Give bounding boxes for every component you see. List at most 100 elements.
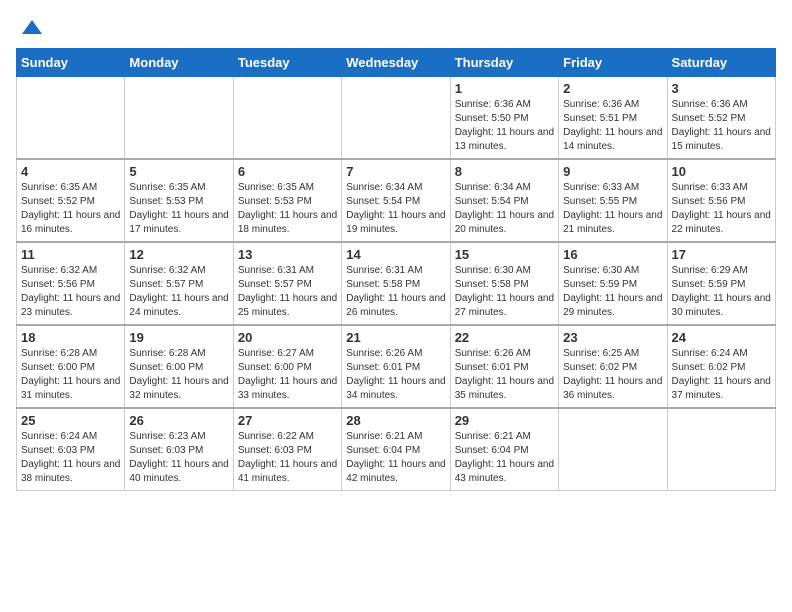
day-number: 12: [129, 247, 228, 262]
day-number: 5: [129, 164, 228, 179]
day-info: Sunrise: 6:34 AMSunset: 5:54 PMDaylight:…: [455, 181, 554, 237]
calendar-header-tuesday: Tuesday: [233, 49, 341, 77]
day-number: 27: [238, 413, 337, 428]
table-row: [342, 77, 450, 160]
day-info: Sunrise: 6:24 AMSunset: 6:03 PMDaylight:…: [21, 430, 120, 486]
table-row: 14Sunrise: 6:31 AMSunset: 5:58 PMDayligh…: [342, 242, 450, 325]
day-number: 21: [346, 330, 445, 345]
day-info: Sunrise: 6:23 AMSunset: 6:03 PMDaylight:…: [129, 430, 228, 486]
day-info: Sunrise: 6:26 AMSunset: 6:01 PMDaylight:…: [346, 347, 445, 403]
calendar-week-row: 1Sunrise: 6:36 AMSunset: 5:50 PMDaylight…: [17, 77, 776, 160]
day-info: Sunrise: 6:35 AMSunset: 5:53 PMDaylight:…: [129, 181, 228, 237]
calendar-week-row: 18 Sunrise: 6:28 AMSunset: 6:00 PMDayligh…: [17, 325, 776, 408]
table-row: [667, 408, 775, 491]
calendar-week-row: 4Sunrise: 6:35 AMSunset: 5:52 PMDaylight…: [17, 159, 776, 242]
day-number: 10: [672, 164, 771, 179]
table-row: 10 Sunrise: 6:33 AMSunset: 5:56 PMDayligh…: [667, 159, 775, 242]
day-info: Sunrise: 6:28 AMSunset: 6:00 PMDaylight:…: [21, 347, 120, 403]
day-info: Sunrise: 6:25 AMSunset: 6:02 PMDaylight:…: [563, 347, 662, 403]
calendar-week-row: 11 Sunrise: 6:32 AMSunset: 5:56 PMDayligh…: [17, 242, 776, 325]
day-number: 7: [346, 164, 445, 179]
table-row: [559, 408, 667, 491]
table-row: 5 Sunrise: 6:35 AMSunset: 5:53 PMDaylight…: [125, 159, 233, 242]
table-row: 13Sunrise: 6:31 AMSunset: 5:57 PMDayligh…: [233, 242, 341, 325]
day-number: 11: [21, 247, 120, 262]
table-row: 26 Sunrise: 6:23 AMSunset: 6:03 PMDayligh…: [125, 408, 233, 491]
day-info: Sunrise: 6:32 AMSunset: 5:57 PMDaylight:…: [129, 264, 228, 320]
day-info: Sunrise: 6:29 AMSunset: 5:59 PMDaylight:…: [672, 264, 771, 320]
calendar-header-sunday: Sunday: [17, 49, 125, 77]
calendar-header-thursday: Thursday: [450, 49, 558, 77]
table-row: 2 Sunrise: 6:36 AMSunset: 5:51 PMDaylight…: [559, 77, 667, 160]
day-number: 28: [346, 413, 445, 428]
calendar-week-row: 25 Sunrise: 6:24 AMSunset: 6:03 PMDayligh…: [17, 408, 776, 491]
day-info: Sunrise: 6:30 AMSunset: 5:58 PMDaylight:…: [455, 264, 554, 320]
calendar-header-monday: Monday: [125, 49, 233, 77]
day-number: 19: [129, 330, 228, 345]
table-row: 27 Sunrise: 6:22 AMSunset: 6:03 PMDayligh…: [233, 408, 341, 491]
day-number: 16: [563, 247, 662, 262]
table-row: [125, 77, 233, 160]
day-number: 14: [346, 247, 445, 262]
day-number: 24: [672, 330, 771, 345]
table-row: 3 Sunrise: 6:36 AMSunset: 5:52 PMDaylight…: [667, 77, 775, 160]
day-info: Sunrise: 6:33 AMSunset: 5:55 PMDaylight:…: [563, 181, 662, 237]
table-row: 24Sunrise: 6:24 AMSunset: 6:02 PMDayligh…: [667, 325, 775, 408]
day-info: Sunrise: 6:28 AMSunset: 6:00 PMDaylight:…: [129, 347, 228, 403]
day-number: 8: [455, 164, 554, 179]
day-number: 2: [563, 81, 662, 96]
table-row: 25 Sunrise: 6:24 AMSunset: 6:03 PMDayligh…: [17, 408, 125, 491]
logo: [16, 16, 44, 40]
calendar-table: SundayMondayTuesdayWednesdayThursdayFrid…: [16, 48, 776, 491]
table-row: 11 Sunrise: 6:32 AMSunset: 5:56 PMDayligh…: [17, 242, 125, 325]
table-row: 19 Sunrise: 6:28 AMSunset: 6:00 PMDayligh…: [125, 325, 233, 408]
table-row: 28 Sunrise: 6:21 AMSunset: 6:04 PMDayligh…: [342, 408, 450, 491]
table-row: [233, 77, 341, 160]
day-number: 6: [238, 164, 337, 179]
day-number: 20: [238, 330, 337, 345]
day-number: 25: [21, 413, 120, 428]
day-info: Sunrise: 6:36 AMSunset: 5:51 PMDaylight:…: [563, 98, 662, 154]
day-info: Sunrise: 6:30 AMSunset: 5:59 PMDaylight:…: [563, 264, 662, 320]
day-info: Sunrise: 6:27 AMSunset: 6:00 PMDaylight:…: [238, 347, 337, 403]
table-row: 20 Sunrise: 6:27 AMSunset: 6:00 PMDayligh…: [233, 325, 341, 408]
day-info: Sunrise: 6:21 AMSunset: 6:04 PMDaylight:…: [455, 430, 554, 486]
day-number: 26: [129, 413, 228, 428]
table-row: 1Sunrise: 6:36 AMSunset: 5:50 PMDaylight…: [450, 77, 558, 160]
day-info: Sunrise: 6:34 AMSunset: 5:54 PMDaylight:…: [346, 181, 445, 237]
table-row: 15Sunrise: 6:30 AMSunset: 5:58 PMDayligh…: [450, 242, 558, 325]
table-row: 17 Sunrise: 6:29 AMSunset: 5:59 PMDayligh…: [667, 242, 775, 325]
day-info: Sunrise: 6:32 AMSunset: 5:56 PMDaylight:…: [21, 264, 120, 320]
day-info: Sunrise: 6:26 AMSunset: 6:01 PMDaylight:…: [455, 347, 554, 403]
table-row: 4Sunrise: 6:35 AMSunset: 5:52 PMDaylight…: [17, 159, 125, 242]
day-info: Sunrise: 6:33 AMSunset: 5:56 PMDaylight:…: [672, 181, 771, 237]
day-info: Sunrise: 6:35 AMSunset: 5:52 PMDaylight:…: [21, 181, 120, 237]
day-info: Sunrise: 6:22 AMSunset: 6:03 PMDaylight:…: [238, 430, 337, 486]
table-row: 12 Sunrise: 6:32 AMSunset: 5:57 PMDayligh…: [125, 242, 233, 325]
day-number: 13: [238, 247, 337, 262]
day-info: Sunrise: 6:35 AMSunset: 5:53 PMDaylight:…: [238, 181, 337, 237]
table-row: 22 Sunrise: 6:26 AMSunset: 6:01 PMDayligh…: [450, 325, 558, 408]
calendar-header-row: SundayMondayTuesdayWednesdayThursdayFrid…: [17, 49, 776, 77]
day-number: 1: [455, 81, 554, 96]
table-row: 6 Sunrise: 6:35 AMSunset: 5:53 PMDaylight…: [233, 159, 341, 242]
day-info: Sunrise: 6:21 AMSunset: 6:04 PMDaylight:…: [346, 430, 445, 486]
day-number: 3: [672, 81, 771, 96]
day-number: 22: [455, 330, 554, 345]
logo-icon: [20, 16, 44, 40]
table-row: 18 Sunrise: 6:28 AMSunset: 6:00 PMDayligh…: [17, 325, 125, 408]
day-number: 23: [563, 330, 662, 345]
day-number: 17: [672, 247, 771, 262]
calendar-header-saturday: Saturday: [667, 49, 775, 77]
page-header: [16, 16, 776, 40]
day-number: 29: [455, 413, 554, 428]
table-row: [17, 77, 125, 160]
day-info: Sunrise: 6:36 AMSunset: 5:52 PMDaylight:…: [672, 98, 771, 154]
table-row: 16 Sunrise: 6:30 AMSunset: 5:59 PMDayligh…: [559, 242, 667, 325]
table-row: 23 Sunrise: 6:25 AMSunset: 6:02 PMDayligh…: [559, 325, 667, 408]
calendar-header-friday: Friday: [559, 49, 667, 77]
day-number: 18: [21, 330, 120, 345]
table-row: 7 Sunrise: 6:34 AMSunset: 5:54 PMDaylight…: [342, 159, 450, 242]
table-row: 21 Sunrise: 6:26 AMSunset: 6:01 PMDayligh…: [342, 325, 450, 408]
calendar-header-wednesday: Wednesday: [342, 49, 450, 77]
